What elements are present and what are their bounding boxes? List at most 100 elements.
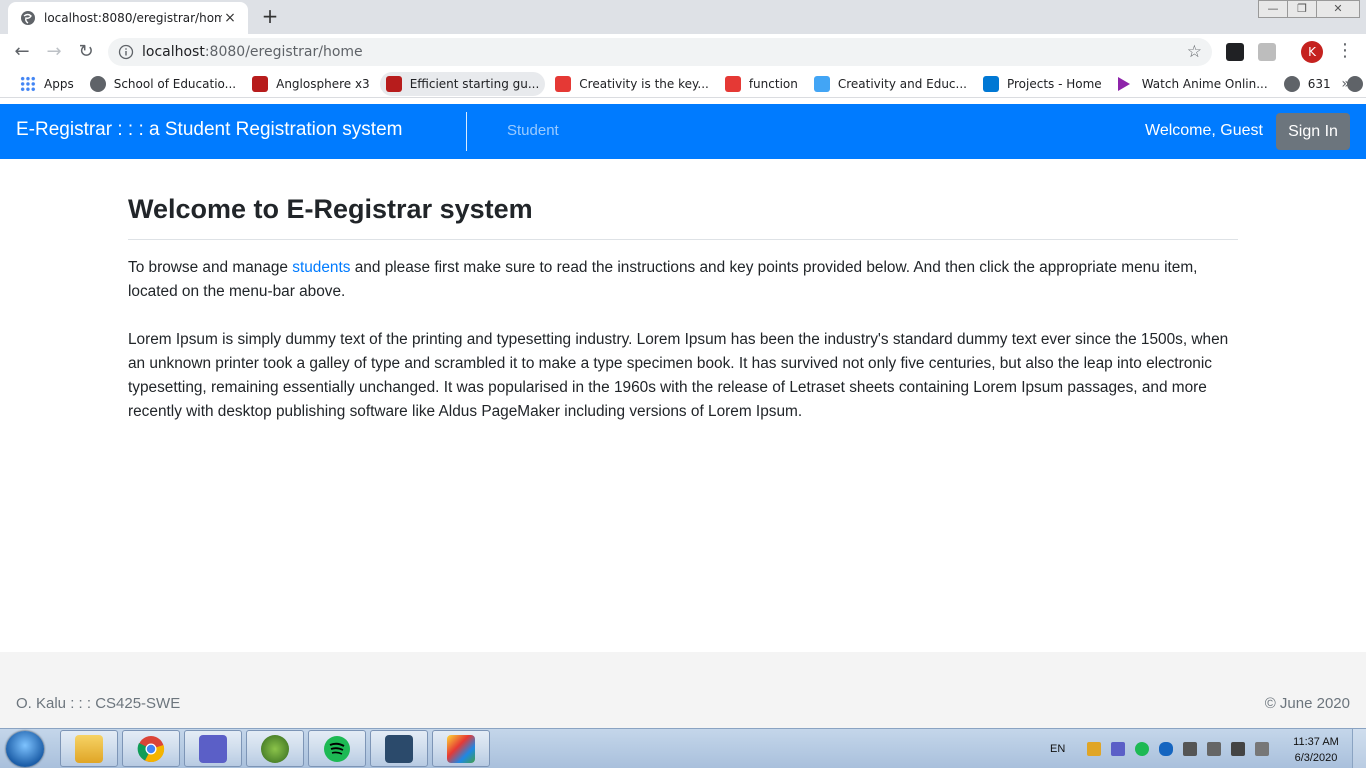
taskbar-file-explorer[interactable] bbox=[60, 730, 118, 767]
bookmark-label: Projects - Home bbox=[1006, 76, 1102, 91]
bookmark-item[interactable]: Creativity and Educ... bbox=[808, 72, 973, 96]
url-path: :8080/eregistrar/home bbox=[204, 44, 363, 60]
back-button[interactable]: ← bbox=[10, 40, 34, 64]
bookmark-item[interactable]: Apps bbox=[14, 72, 80, 96]
bluetooth-icon[interactable] bbox=[1159, 742, 1174, 756]
mysql-workbench-icon bbox=[385, 734, 413, 763]
shield-icon bbox=[385, 75, 402, 92]
title-divider bbox=[128, 239, 1238, 240]
minimize-button[interactable]: — bbox=[1258, 0, 1288, 18]
footer-copyright: © June 2020 bbox=[1264, 695, 1350, 712]
new-tab-button[interactable]: + bbox=[258, 6, 282, 28]
reload-button[interactable]: ↻ bbox=[74, 40, 98, 64]
bookmark-label: Anglosphere x3 bbox=[276, 76, 370, 91]
page-footer: O. Kalu : : : CS425-SWE © June 2020 bbox=[0, 652, 1366, 728]
bookmark-item[interactable]: Watch Anime Onlin... bbox=[1112, 72, 1274, 96]
tray-app-icon[interactable] bbox=[1087, 742, 1102, 756]
globe-icon bbox=[89, 75, 106, 92]
bookmark-label: Apps bbox=[44, 76, 74, 91]
bookmark-item[interactable]: function bbox=[719, 72, 804, 96]
bookmark-label: Efficient starting gu... bbox=[409, 76, 540, 91]
bookmark-item[interactable]: Anglosphere x3 bbox=[246, 72, 376, 96]
system-tray: EN bbox=[1050, 729, 1279, 768]
clock-date: 6/3/2020 bbox=[1294, 752, 1338, 764]
url-host: localhost bbox=[142, 44, 205, 60]
file-explorer-icon bbox=[75, 734, 103, 763]
window-controls: — ❐ ✕ bbox=[1258, 0, 1360, 18]
azure-devops-icon bbox=[982, 75, 999, 92]
tag-icon bbox=[813, 75, 830, 92]
intro-paragraph: To browse and manage students and please… bbox=[128, 256, 1238, 304]
teams-icon bbox=[199, 734, 227, 763]
network-signal-icon[interactable] bbox=[1231, 742, 1246, 756]
site-navbar: E-Registrar : : : a Student Registration… bbox=[0, 104, 1366, 159]
tab-title: localhost:8080/eregistrar/home bbox=[44, 11, 222, 25]
taskbar-clock[interactable]: 11:37 AM 6/3/2020 bbox=[1286, 734, 1346, 766]
bookmark-item[interactable]: Projects - Home bbox=[977, 72, 1108, 96]
action-center-flag-icon[interactable] bbox=[1255, 742, 1270, 756]
welcome-text: Welcome, Guest bbox=[1145, 122, 1263, 139]
show-desktop-button[interactable] bbox=[1352, 729, 1366, 768]
bookmark-label: School of Educatio... bbox=[113, 76, 237, 91]
profile-avatar[interactable]: K bbox=[1301, 41, 1323, 63]
chrome-icon bbox=[137, 735, 165, 762]
spotify-icon bbox=[324, 735, 350, 762]
bookmarks-overflow-icon[interactable]: » bbox=[1341, 76, 1350, 92]
tray-spotify-icon[interactable] bbox=[1135, 742, 1150, 756]
bookmark-item[interactable]: 631 bbox=[1278, 72, 1337, 96]
footer-author: O. Kalu : : : CS425-SWE bbox=[16, 695, 181, 712]
bookmark-label: Watch Anime Onlin... bbox=[1141, 76, 1268, 91]
students-link[interactable]: students bbox=[292, 259, 350, 276]
intro-text: To browse and manage bbox=[128, 259, 293, 276]
safely-remove-hardware-icon[interactable] bbox=[1183, 742, 1198, 756]
extension-icon[interactable] bbox=[1258, 43, 1276, 61]
forward-button[interactable]: → bbox=[42, 40, 66, 64]
bookmark-label: Creativity and Educ... bbox=[837, 76, 967, 91]
extension-icon[interactable] bbox=[1226, 43, 1244, 61]
ns-icon bbox=[555, 75, 572, 92]
bookmark-item[interactable]: School of Educatio... bbox=[84, 72, 242, 96]
sign-in-button[interactable]: Sign In bbox=[1276, 113, 1350, 150]
lorem-paragraph: Lorem Ipsum is simply dummy text of the … bbox=[128, 331, 1229, 420]
browser-tab-strip: localhost:8080/eregistrar/home × + — ❐ ✕ bbox=[0, 0, 1366, 34]
bookmark-star-icon[interactable]: ☆ bbox=[1187, 42, 1202, 62]
restore-button[interactable]: ❐ bbox=[1287, 0, 1317, 18]
start-button[interactable] bbox=[6, 731, 44, 767]
browser-tab[interactable]: localhost:8080/eregistrar/home × bbox=[8, 2, 248, 34]
language-indicator[interactable]: EN bbox=[1050, 743, 1065, 755]
volume-icon[interactable] bbox=[1207, 742, 1222, 756]
taskbar-paint[interactable] bbox=[432, 730, 490, 767]
taskbar-spring-tool-suite[interactable] bbox=[246, 730, 304, 767]
brand-link[interactable]: E-Registrar : : : a Student Registration… bbox=[16, 119, 403, 141]
windows-taskbar: EN 11:37 AM 6/3/2020 bbox=[0, 728, 1366, 768]
address-bar[interactable]: localhost:8080/eregistrar/home ☆ bbox=[108, 38, 1212, 66]
main-content: Welcome to E-Registrar system To browse … bbox=[128, 191, 1238, 424]
browser-menu-icon[interactable]: ⋮ bbox=[1336, 40, 1354, 61]
info-icon[interactable] bbox=[118, 44, 134, 60]
bookmark-item[interactable]: Efficient starting gu... bbox=[379, 71, 546, 96]
navbar-divider bbox=[466, 112, 467, 151]
browser-toolbar: ← → ↻ localhost:8080/eregistrar/home ☆ K… bbox=[0, 34, 1366, 70]
tab-close-icon[interactable]: × bbox=[222, 10, 238, 26]
bookmarks-bar: Apps School of Educatio... Anglosphere x3 E… bbox=[0, 70, 1366, 98]
bookmark-label: 631 bbox=[1307, 76, 1331, 91]
taskbar-chrome[interactable] bbox=[122, 730, 180, 767]
play-icon bbox=[1117, 76, 1130, 91]
shield-icon bbox=[252, 75, 269, 92]
apps-grid-icon bbox=[20, 75, 36, 92]
taskbar-teams[interactable] bbox=[184, 730, 242, 767]
bookmark-label: Creativity is the key... bbox=[579, 76, 709, 91]
page-title: Welcome to E-Registrar system bbox=[128, 194, 533, 224]
close-window-button[interactable]: ✕ bbox=[1316, 0, 1360, 18]
nav-link-student[interactable]: Student bbox=[507, 122, 559, 139]
bookmark-label: function bbox=[748, 76, 798, 91]
paint-icon bbox=[447, 734, 475, 763]
clock-time: 11:37 AM bbox=[1293, 736, 1339, 748]
globe-icon bbox=[1283, 75, 1300, 92]
tray-teams-icon[interactable] bbox=[1111, 742, 1126, 756]
taskbar-spotify[interactable] bbox=[308, 730, 366, 767]
spring-tool-suite-icon bbox=[261, 734, 289, 763]
oracle-icon bbox=[724, 75, 741, 92]
taskbar-mysql-workbench[interactable] bbox=[370, 730, 428, 767]
bookmark-item[interactable]: Creativity is the key... bbox=[549, 72, 715, 96]
